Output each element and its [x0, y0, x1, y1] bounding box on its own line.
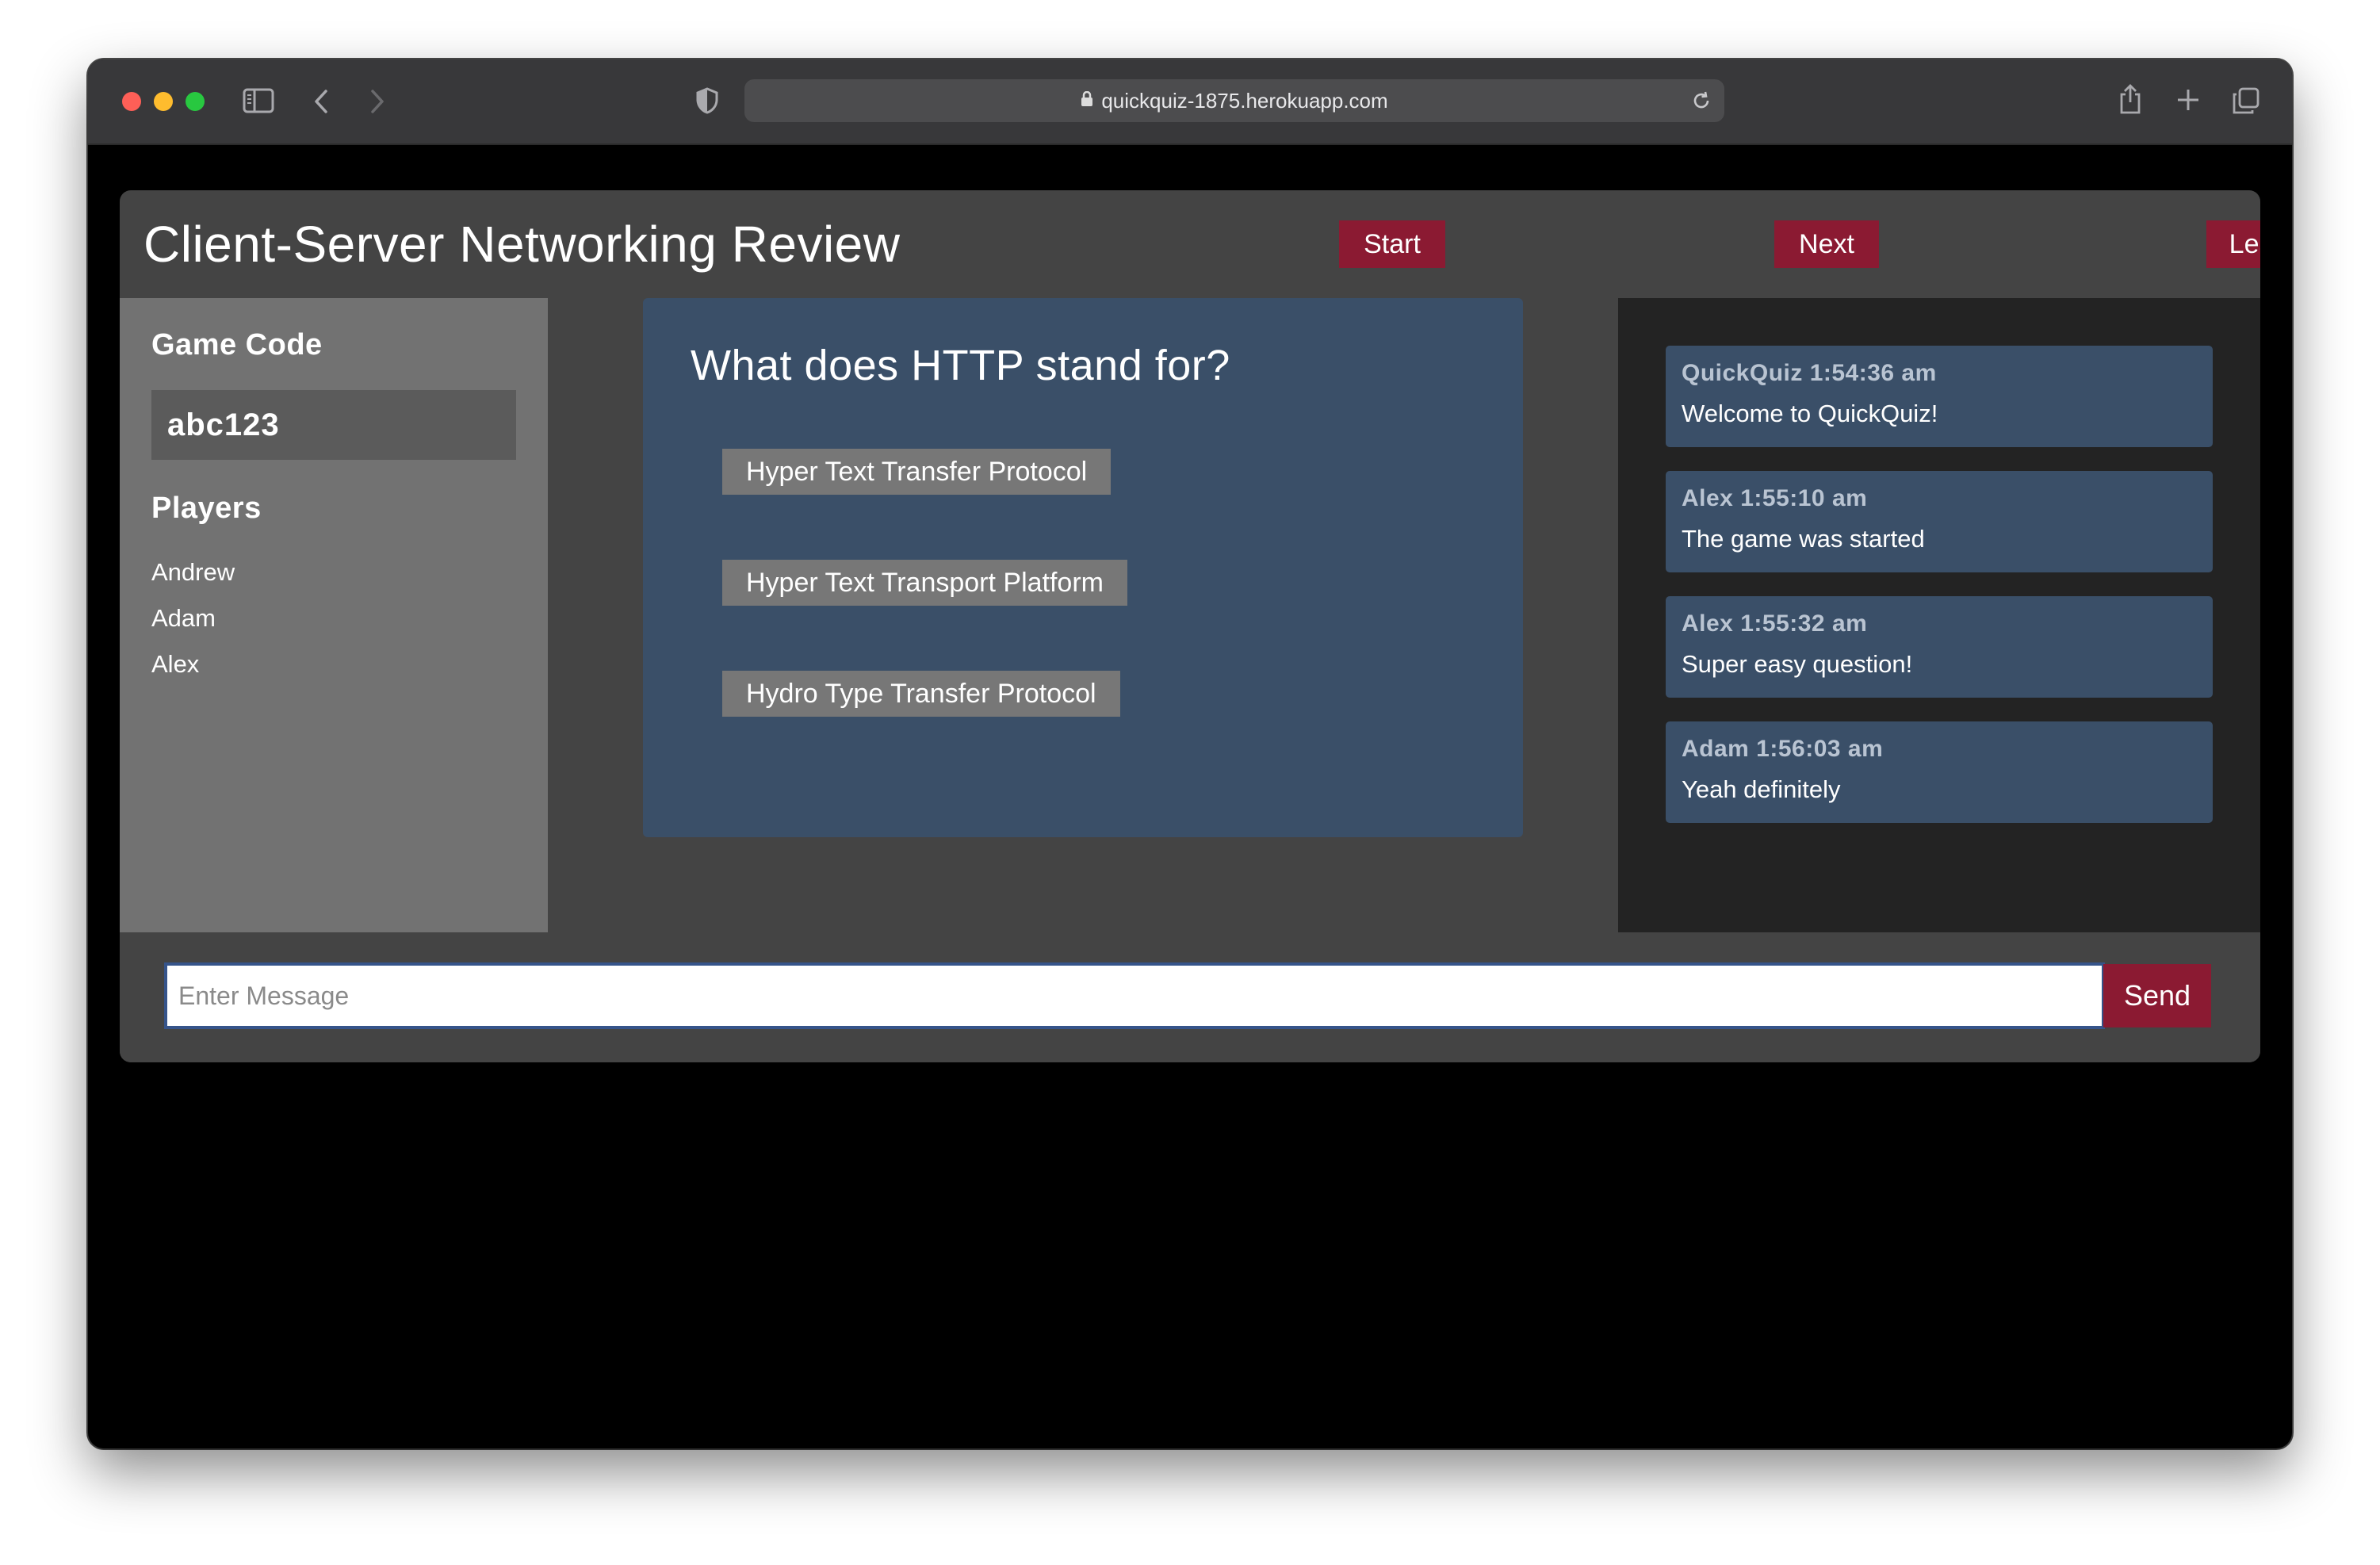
sidebar-toggle-icon[interactable]	[243, 86, 274, 119]
message-meta: Alex 1:55:10 am	[1682, 485, 1868, 511]
question-area: What does HTTP stand for? Hyper Text Tra…	[548, 298, 1618, 932]
privacy-shield-icon[interactable]	[695, 86, 719, 119]
tab-overview-icon[interactable]	[2232, 86, 2260, 119]
zoom-window-button[interactable]	[186, 92, 205, 111]
browser-toolbar: quickquiz-1875.herokuapp.com	[88, 59, 2292, 145]
game-code-label: Game Code	[151, 328, 323, 362]
chat-message: QuickQuiz 1:54:36 am Welcome to QuickQui…	[1666, 346, 2213, 447]
players-label: Players	[151, 492, 262, 525]
minimize-window-button[interactable]	[154, 92, 173, 111]
question-card: What does HTTP stand for? Hyper Text Tra…	[643, 298, 1523, 837]
message-meta: Adam 1:56:03 am	[1682, 736, 1884, 762]
message-meta: QuickQuiz 1:54:36 am	[1682, 360, 1937, 386]
quiz-app: Client-Server Networking Review Start Ne…	[120, 190, 2260, 1062]
player-item: Adam	[151, 604, 216, 632]
back-icon[interactable]	[312, 88, 331, 119]
message-text: The game was started	[1682, 525, 1925, 553]
message-text: Yeah definitely	[1682, 775, 1841, 803]
message-meta: Alex 1:55:32 am	[1682, 610, 1868, 637]
next-button[interactable]: Next	[1774, 220, 1879, 268]
player-item: Andrew	[151, 558, 235, 586]
chat-message: Adam 1:56:03 am Yeah definitely	[1666, 721, 2213, 823]
question-text: What does HTTP stand for?	[691, 342, 1230, 389]
chat-message: Alex 1:55:10 am The game was started	[1666, 471, 2213, 572]
address-bar[interactable]: quickquiz-1875.herokuapp.com	[744, 79, 1724, 122]
answer-button[interactable]: Hydro Type Transfer Protocol	[722, 671, 1120, 717]
new-tab-icon[interactable]	[2176, 88, 2200, 116]
chat-message: Alex 1:55:32 am Super easy question!	[1666, 596, 2213, 698]
game-info-panel: Game Code abc123 Players Andrew Adam Ale…	[120, 298, 548, 932]
player-item: Alex	[151, 650, 200, 678]
forward-icon[interactable]	[368, 88, 387, 119]
chat-panel: QuickQuiz 1:54:36 am Welcome to QuickQui…	[1618, 298, 2260, 932]
message-composer: Send	[120, 932, 2260, 1062]
share-icon[interactable]	[2118, 83, 2143, 119]
message-text: Welcome to QuickQuiz!	[1682, 400, 1938, 427]
message-input[interactable]	[164, 962, 2105, 1029]
lock-icon	[1081, 80, 1093, 123]
browser-window: quickquiz-1875.herokuapp.com Client-Serv…	[88, 59, 2292, 1448]
send-button[interactable]: Send	[2103, 964, 2211, 1027]
game-code-value: abc123	[151, 390, 516, 460]
close-window-button[interactable]	[122, 92, 141, 111]
leave-button[interactable]: Leave	[2206, 220, 2260, 268]
url-text: quickquiz-1875.herokuapp.com	[1101, 89, 1388, 113]
app-header: Client-Server Networking Review Start Ne…	[120, 190, 2260, 298]
reload-icon[interactable]	[1691, 90, 1712, 115]
answer-button[interactable]: Hyper Text Transfer Protocol	[722, 449, 1112, 495]
start-button[interactable]: Start	[1339, 220, 1445, 268]
message-text: Super easy question!	[1682, 650, 1913, 678]
answer-button[interactable]: Hyper Text Transport Platform	[722, 560, 1127, 606]
page-title: Client-Server Networking Review	[143, 216, 901, 273]
